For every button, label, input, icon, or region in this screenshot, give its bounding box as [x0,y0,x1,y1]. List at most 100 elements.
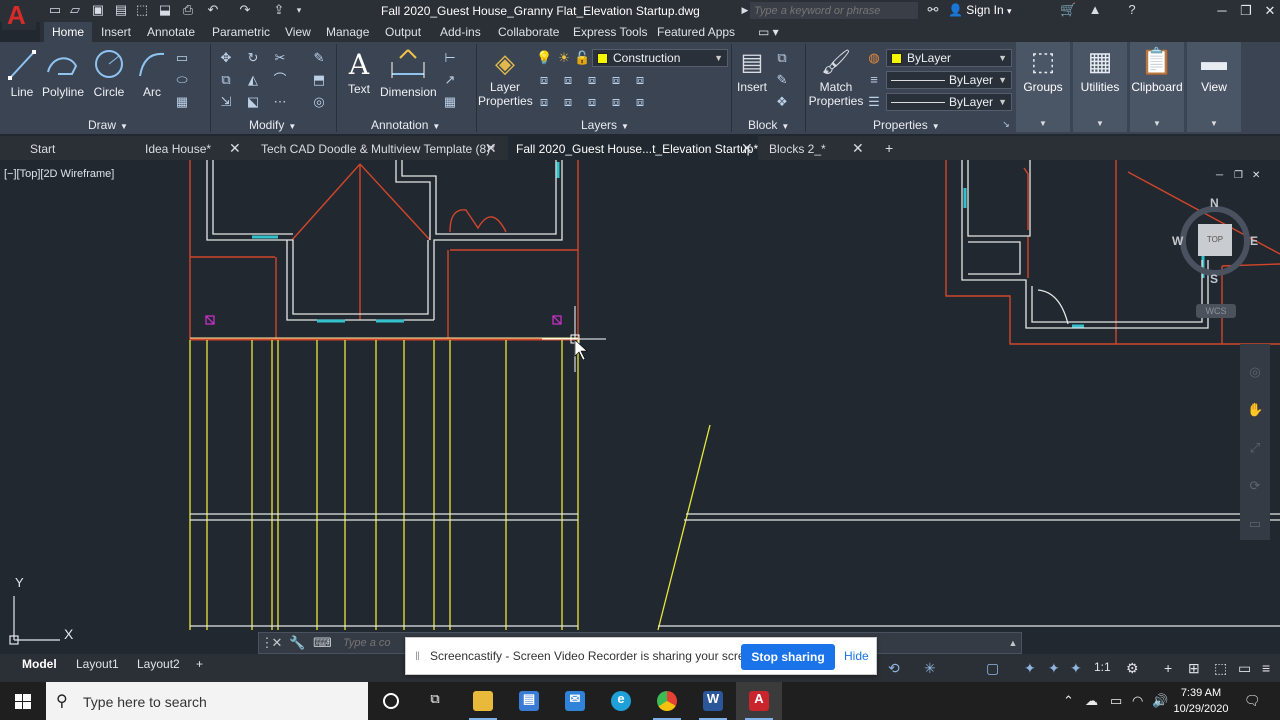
viewport-restore-icon[interactable]: ❐ [1234,170,1243,181]
file-explorer-button[interactable] [460,682,506,720]
scale-icon[interactable]: ⬕ [245,94,261,110]
notifications-icon[interactable]: 🗨 [1244,693,1261,709]
draw-panel-title[interactable]: Draw ▼ [88,118,128,132]
compass-west[interactable]: W [1172,234,1183,248]
move-icon[interactable]: ✥ [218,50,234,66]
battery-icon[interactable]: ▭ [1110,693,1122,709]
system-clock[interactable]: 7:39 AM 10/29/2020 [1170,685,1232,717]
pan-icon[interactable]: ✋ [1247,402,1263,418]
wifi-icon[interactable]: ◠ [1132,693,1143,709]
selection-cycling-icon[interactable]: ▢ [986,660,999,677]
steering-wheel-icon[interactable]: ◎ [1247,364,1263,380]
binoculars-icon[interactable]: ⚯ [926,3,940,17]
color-dropdown[interactable]: ByLayer ▼ [886,49,1012,67]
utilities-button[interactable]: ▦ Utilities ▼ [1073,42,1127,132]
edit-attributes-icon[interactable]: ❖ [774,94,790,110]
insert-block-tool[interactable]: ▤ Insert [734,46,770,94]
polyline-tool[interactable]: Polyline [42,48,84,99]
layer-freeze-icon[interactable]: ☀ [556,50,572,66]
layer-tool-icon[interactable]: ⧈ [584,72,600,88]
plot-icon[interactable]: ⎙ [181,3,195,17]
wcs-menu[interactable]: WCS [1196,304,1236,318]
scale-display[interactable]: 1:1 [1094,660,1111,674]
copy-icon[interactable]: ⧉ [218,72,234,88]
properties-panel-title[interactable]: Properties ▼ [873,118,940,132]
command-history-icon[interactable]: ▲ [1005,635,1021,651]
text-tool[interactable]: A Text [342,48,376,96]
tab-parametric[interactable]: Parametric [212,25,270,39]
explode-icon[interactable]: ⬒ [311,72,327,88]
customize-status-icon[interactable]: ≡ [1262,660,1270,676]
minimize-icon[interactable]: ─ [1212,2,1232,20]
auto-scale-icon[interactable]: ✦ [1070,660,1082,677]
array-icon[interactable]: ⋯ [272,94,288,110]
groups-button[interactable]: ⬚ Groups ▼ [1016,42,1070,132]
viewport-controls-label[interactable]: [−][Top][2D Wireframe] [4,168,114,180]
cloud-sync-icon[interactable]: ☁ [1085,693,1098,709]
save-as-icon[interactable]: ▤ [114,3,128,17]
annotation-scale-icon[interactable]: ✦ [1024,660,1036,677]
close-tab-icon[interactable]: ✕ [741,140,753,157]
line-tool[interactable]: Line [6,48,38,99]
word-button[interactable]: W [690,682,736,720]
circle-tool[interactable]: Circle [91,48,127,99]
tab-view[interactable]: View [285,25,311,39]
undo-icon[interactable]: ↶ [206,3,220,17]
annotation-panel-title[interactable]: Annotation ▼ [371,118,440,132]
fillet-icon[interactable]: ⌒ [272,72,288,88]
tab-insert[interactable]: Insert [101,25,131,39]
showmotion-icon[interactable]: ▭ [1247,516,1263,532]
viewport-minimize-icon[interactable]: ─ [1216,170,1223,181]
application-menu-button[interactable]: A [2,0,36,30]
volume-icon[interactable]: 🔊 [1152,693,1168,709]
store-button[interactable]: ▤ [506,682,552,720]
chrome-button[interactable] [644,682,690,720]
doc-tab-blocks-2[interactable]: Blocks 2_* [769,136,826,160]
match-properties-tool[interactable]: 🖌 Match Properties [808,46,864,108]
isolate-objects-icon[interactable]: ⊞ [1188,660,1200,677]
help-search-input[interactable] [750,2,918,19]
layer-tool-icon[interactable]: ⧈ [536,72,552,88]
erase-icon[interactable]: ✎ [311,50,327,66]
lineweight-icon[interactable]: ≡ [866,72,882,88]
layer-tool-icon[interactable]: ⧈ [608,72,624,88]
save-icon[interactable]: ▣ [91,3,105,17]
layer-tool-icon[interactable]: ⧈ [632,94,648,110]
customize-qat-icon[interactable]: ▾ [292,3,306,17]
orbit-icon[interactable]: ⟳ [1247,478,1263,494]
tab-output[interactable]: Output [385,25,421,39]
new-tab-icon[interactable]: + [885,140,893,156]
workspace-gear-icon[interactable]: ⚙ [1126,660,1139,677]
properties-launcher-icon[interactable]: ↘ [998,116,1014,132]
task-view-button[interactable]: ⧉ [412,682,458,720]
view-button[interactable]: ▬ View ▼ [1187,42,1241,132]
mirror-icon[interactable]: ◭ [245,72,261,88]
cortana-button[interactable] [368,682,414,720]
layout-tab-layout1[interactable]: Layout1 [76,657,119,671]
layer-tool-icon[interactable]: ⧈ [584,94,600,110]
hardware-acceleration-icon[interactable]: ⬚ [1214,660,1227,677]
recent-commands-icon[interactable]: ⌨ [313,635,332,651]
add-icon[interactable]: + [1164,660,1172,676]
linetype-dropdown[interactable]: ByLayer ▼ [886,71,1012,89]
layer-tool-icon[interactable]: ⧈ [560,72,576,88]
new-file-icon[interactable]: ▭ [48,3,62,17]
viewcube[interactable]: TOP N S E W WCS [1172,196,1268,320]
close-command-line-icon[interactable]: ✕ [269,635,285,651]
help-icon[interactable]: ? [1125,3,1139,17]
open-folder-icon[interactable]: ▱ [68,3,82,17]
leader-icon[interactable]: ⊢ [442,50,458,66]
compass-east[interactable]: E [1250,234,1258,248]
offset-icon[interactable]: ◎ [311,94,327,110]
drawing-canvas[interactable]: [−][Top][2D Wireframe] ─ ❐ ✕ TOP N S E W… [0,160,1280,652]
rotate-icon[interactable]: ↻ [245,50,261,66]
layout-tab-layout2[interactable]: Layout2 [137,657,180,671]
compass-north[interactable]: N [1210,196,1219,210]
show-hidden-icons-icon[interactable]: ⌃ [1063,693,1074,709]
tab-collaborate[interactable]: Collaborate [498,25,559,39]
viewport-close-icon[interactable]: ✕ [1252,170,1260,181]
stretch-icon[interactable]: ⇲ [218,94,234,110]
color-wheel-icon[interactable]: ◍ [866,50,882,66]
block-panel-title[interactable]: Block ▼ [748,118,789,132]
tab-manage[interactable]: Manage [326,25,369,39]
